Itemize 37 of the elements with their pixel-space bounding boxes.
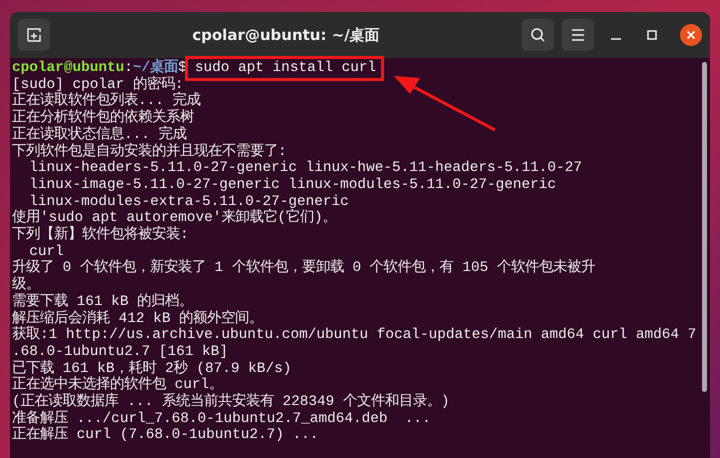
prompt-separator: : [124, 60, 133, 77]
new-tab-icon [26, 27, 42, 43]
output-line: linux-image-5.11.0-27-generic linux-modules-5.11.0-27-generic [28, 176, 556, 194]
output-line: .68.0-1ubuntu2.7 [161 kB] [12, 344, 228, 360]
output-line: 升级了 0 个软件包，新安装了 1 个软件包，要卸载 0 个软件包，有 105 个软件包未被升 [12, 260, 595, 276]
menu-button[interactable] [562, 19, 594, 51]
output-line: [sudo] cpolar 的密码: [12, 76, 184, 93]
output-line: 正在选中未选择的软件包 curl。 [12, 377, 224, 394]
output-line: 下列软件包是自动安装的并且现在不需要了: [12, 144, 287, 160]
menu-icon [571, 29, 585, 41]
close-icon [686, 30, 696, 40]
window-title: cpolar@ubuntu: ~/桌面 [191, 26, 381, 44]
minimize-icon [611, 38, 621, 40]
output-line: 准备解压 .../curl_7.68.0-1ubuntu2.7_amd64.deb ... [12, 410, 431, 427]
output-line: 正在读取软件包列表... 完成 [12, 93, 201, 110]
output-line: linux-headers-5.11.0-27-generic linux-hwe-5.11-headers-5.11.0-27 [28, 160, 582, 177]
prompt-user-host: cpolar@ubuntu [12, 60, 124, 77]
search-button[interactable] [522, 19, 554, 51]
output-line: 正在解压 curl (7.68.0-1ubuntu2.7) ... [12, 427, 318, 444]
maximize-icon [646, 29, 658, 41]
output-line: 级。 [12, 277, 40, 294]
output-line: 已下载 161 kB，耗时 2秒 (87.9 kB/s) [12, 360, 292, 377]
output-line: 解压缩后会消耗 412 kB 的额外空间。 [12, 310, 264, 327]
output-line: 需要下载 161 kB 的归档。 [12, 294, 194, 310]
output-line: 正在读取状态信息... 完成 [12, 126, 187, 143]
output-line: 获取:1 http://us.archive.ubuntu.com/ubuntu focal-updates/main amd64 curl amd64 7 [12, 327, 696, 344]
search-icon [530, 27, 546, 43]
prompt-path: ~/桌面 [132, 60, 178, 76]
new-tab-button[interactable] [18, 19, 50, 51]
output-line: 使用'sudo apt autoremove'来卸载它(它们)。 [12, 210, 337, 226]
close-button[interactable] [680, 24, 702, 46]
output-line: (正在读取数据库 ... 系统当前共安装有 228349 个文件和目录。) [12, 394, 450, 410]
output-line: 下列【新】软件包将被安装: [12, 227, 189, 244]
output-line: curl [29, 244, 64, 260]
output-line: linux-modules-extra-5.11.0-27-generic [29, 194, 349, 210]
scrollbar[interactable] [702, 62, 707, 392]
output-line: 正在分析软件包的依赖关系树 [12, 110, 194, 126]
